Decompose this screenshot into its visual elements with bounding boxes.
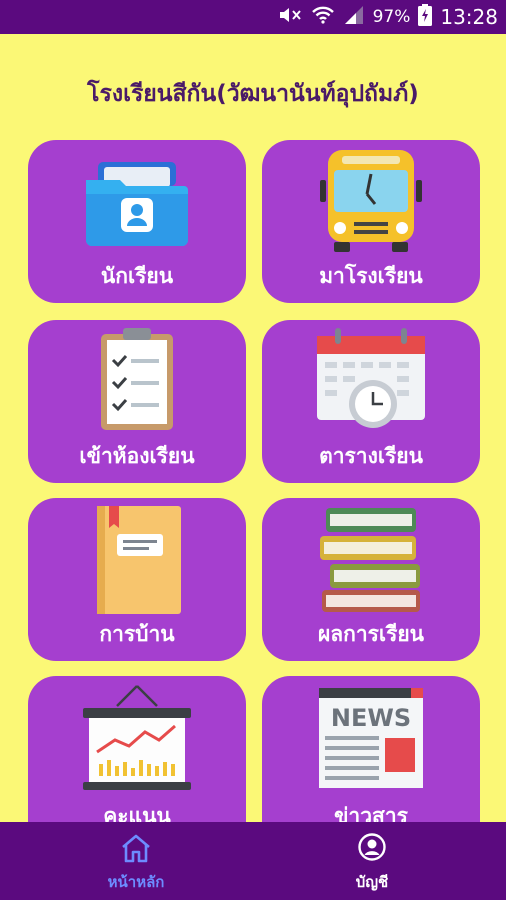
clock-time: 13:28 xyxy=(440,5,498,29)
calendar-clock-icon xyxy=(317,328,425,428)
nav-account[interactable]: บัญชี xyxy=(302,822,442,900)
tile-label: ตารางเรียน xyxy=(319,444,423,468)
tile-students[interactable]: นักเรียน xyxy=(28,140,246,303)
tile-label: มาโรงเรียน xyxy=(319,264,423,288)
tile-label: ผลการเรียน xyxy=(317,622,425,646)
tile-homework[interactable]: การบ้าน xyxy=(28,498,246,661)
tile-label: การบ้าน xyxy=(99,622,175,646)
home-icon xyxy=(122,834,150,863)
nav-home[interactable]: หน้าหลัก xyxy=(66,822,206,900)
nav-home-label: หน้าหลัก xyxy=(107,873,165,891)
tile-classroom-attendance[interactable]: เข้าห้องเรียน xyxy=(28,320,246,483)
nav-account-label: บัญชี xyxy=(355,873,389,891)
account-icon xyxy=(358,833,386,861)
newspaper-icon: NEWS xyxy=(319,688,423,788)
mute-icon xyxy=(277,5,303,30)
battery-charging-icon xyxy=(418,3,433,31)
tile-grades[interactable]: ผลการเรียน xyxy=(262,498,480,661)
books-stack-icon xyxy=(320,508,420,612)
student-folder-icon xyxy=(86,162,188,246)
tile-attendance-school[interactable]: มาโรงเรียน xyxy=(262,140,480,303)
battery-percent: 97% xyxy=(372,7,411,27)
chart-board-icon xyxy=(83,685,191,790)
wifi-icon xyxy=(311,5,335,30)
school-bus-icon xyxy=(320,150,422,252)
bottom-navigation: หน้าหลัก บัญชี xyxy=(0,822,506,900)
tile-label: นักเรียน xyxy=(100,264,174,288)
tile-timetable[interactable]: ตารางเรียน xyxy=(262,320,480,483)
checklist-clipboard-icon xyxy=(101,328,173,430)
notebook-icon xyxy=(97,506,181,614)
signal-icon xyxy=(343,5,365,30)
tile-label: เข้าห้องเรียน xyxy=(79,444,195,468)
page-title: โรงเรียนสีกัน(วัฒนานันท์อุปถัมภ์) xyxy=(87,81,419,107)
status-bar: 97% 13:28 xyxy=(0,0,506,34)
svg-text:NEWS: NEWS xyxy=(331,704,411,732)
